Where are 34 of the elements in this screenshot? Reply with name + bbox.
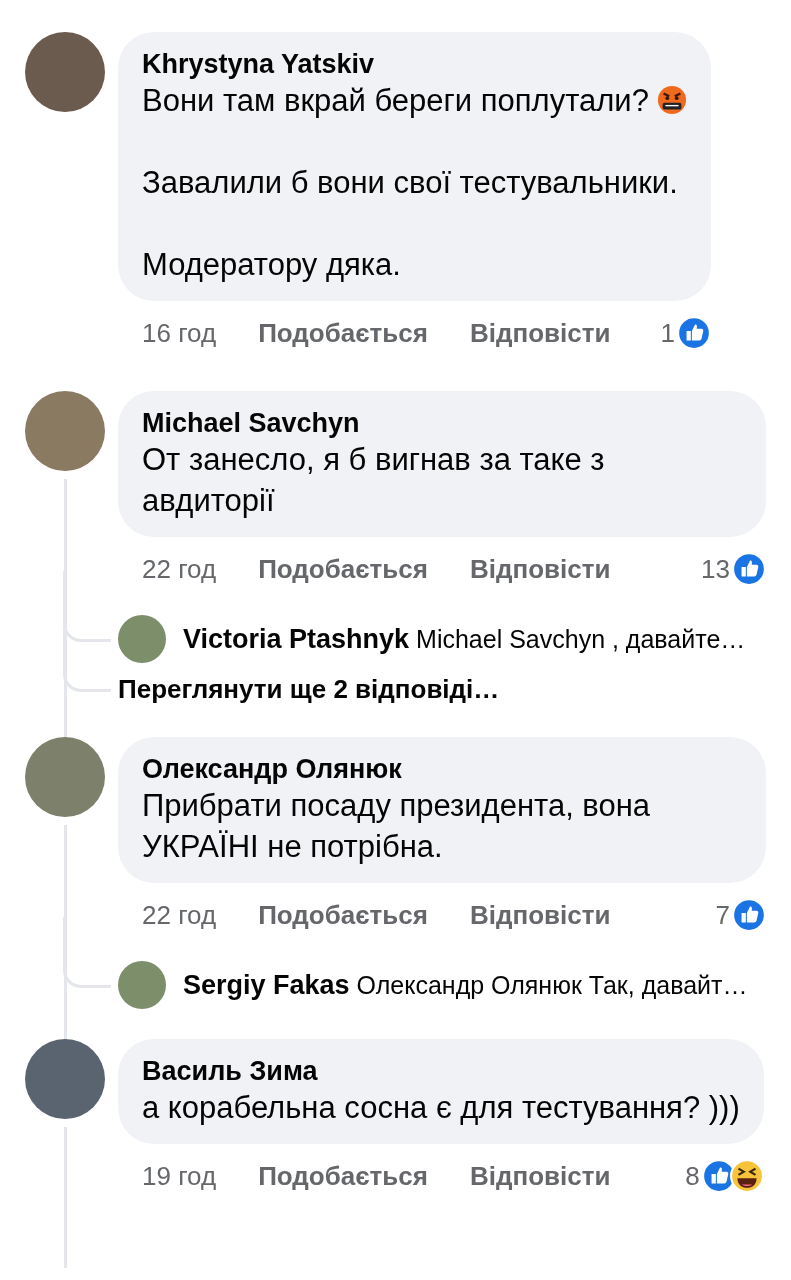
reaction-count[interactable]: 7	[715, 899, 730, 931]
comment-text: Модератору дяка.	[142, 246, 402, 284]
reaction-count[interactable]: 1	[660, 317, 675, 349]
reply-preview[interactable]: Victoria Ptashnyk Michael Savchyn , давайте…	[183, 623, 746, 655]
view-more-replies-link[interactable]: Переглянути ще 2 відповіді…	[118, 673, 500, 705]
reaction-count[interactable]: 8	[685, 1160, 700, 1192]
comment-text: От занесло, я б вигнав за таке з авдиторії	[142, 441, 606, 520]
thread-connector-line	[63, 627, 111, 692]
author-name[interactable]: Khrystyna Yatskiv	[142, 48, 687, 80]
avatar[interactable]	[118, 615, 166, 663]
reply-preview[interactable]: Sergiy Fakas Олександр Олянюк Так, давайт…	[183, 969, 748, 1001]
comment-time: 19 год	[142, 1160, 217, 1192]
thread-connector-line	[63, 917, 111, 988]
reply-button[interactable]: Відповісти	[469, 553, 611, 585]
comment-time: 16 год	[142, 317, 217, 349]
comment-time: 22 год	[142, 899, 217, 931]
author-name[interactable]: Олександр Олянюк	[142, 753, 742, 785]
like-button[interactable]: Подобається	[258, 1160, 428, 1192]
reaction-count[interactable]: 13	[701, 553, 730, 585]
like-button[interactable]: Подобається	[258, 899, 428, 931]
avatar[interactable]	[118, 961, 166, 1009]
author-name[interactable]: Василь Зима	[142, 1055, 740, 1087]
like-button[interactable]: Подобається	[258, 553, 428, 585]
comment-text: а корабельна сосна є для тестування? )))	[142, 1089, 740, 1127]
reply-button[interactable]: Відповісти	[469, 1160, 611, 1192]
reply-button[interactable]: Відповісти	[469, 899, 611, 931]
thread-connector-line	[63, 571, 111, 642]
comment-text: Вони там вкрай береги поплутали?	[142, 80, 687, 121]
comment-time: 22 год	[142, 553, 217, 585]
comment-text: Прибрати посаду президента, вона УКРАЇНІ не потрібна.	[142, 787, 652, 866]
like-button[interactable]: Подобається	[258, 317, 428, 349]
author-name[interactable]: Michael Savchyn	[142, 407, 742, 439]
reply-button[interactable]: Відповісти	[469, 317, 611, 349]
comment-text: Завалили б вони свої тестувальники.	[142, 164, 679, 202]
